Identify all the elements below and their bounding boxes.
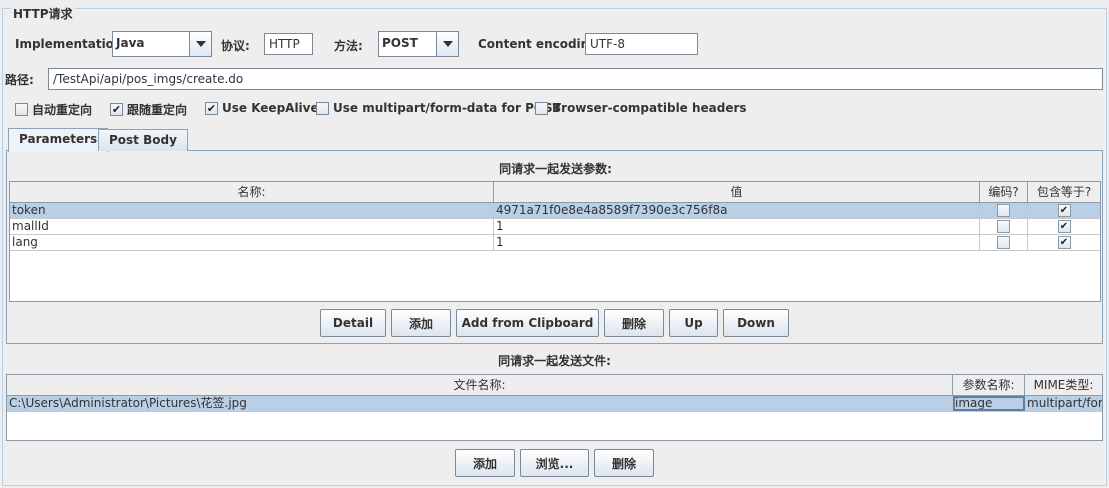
option-label: 跟随重定向 bbox=[127, 103, 188, 117]
column-header-filename[interactable]: 文件名称: bbox=[7, 375, 953, 395]
delete-param-button[interactable]: 删除 bbox=[604, 309, 664, 337]
table-row[interactable]: mallId 1 ✔ bbox=[10, 219, 1100, 235]
checkbox[interactable] bbox=[535, 101, 548, 115]
file-mime-type[interactable]: multipart/for... bbox=[1025, 396, 1102, 411]
implementation-select[interactable]: Java bbox=[112, 31, 212, 57]
checkbox[interactable] bbox=[997, 204, 1010, 217]
param-name[interactable]: token bbox=[10, 203, 494, 218]
params-caption: 同请求一起发送参数: bbox=[499, 162, 612, 176]
param-value[interactable]: 4971a71f0e8e4a8589f7390e3c756f8a bbox=[494, 203, 980, 218]
file-path[interactable]: C:\Users\Administrator\Pictures\花签.jpg bbox=[7, 396, 953, 411]
chevron-down-icon[interactable] bbox=[437, 32, 458, 56]
encode-cell[interactable] bbox=[980, 235, 1028, 250]
group-title: HTTP请求 bbox=[11, 7, 75, 21]
param-name[interactable]: lang bbox=[10, 235, 494, 250]
table-header: 文件名称: 参数名称: MIME类型: bbox=[7, 375, 1102, 396]
option-browser-headers[interactable]: Browser-compatible headers bbox=[535, 101, 747, 115]
method-value: POST bbox=[379, 32, 437, 56]
include-equals-cell[interactable]: ✔ bbox=[1028, 219, 1100, 234]
checkbox-checked[interactable]: ✔ bbox=[1057, 236, 1071, 249]
table-row[interactable]: lang 1 ✔ bbox=[10, 235, 1100, 251]
method-label: 方法: bbox=[334, 39, 363, 53]
checkbox[interactable] bbox=[316, 101, 329, 115]
delete-file-button[interactable]: 删除 bbox=[594, 449, 654, 477]
protocol-label: 协议: bbox=[221, 39, 250, 53]
up-button[interactable]: Up bbox=[669, 309, 718, 337]
include-equals-cell[interactable]: ✔ bbox=[1028, 235, 1100, 250]
column-header-name[interactable]: 名称: bbox=[10, 182, 494, 202]
param-value[interactable]: 1 bbox=[494, 219, 980, 234]
files-caption: 同请求一起发送文件: bbox=[498, 354, 611, 368]
column-header-value[interactable]: 值 bbox=[494, 182, 980, 202]
browse-button[interactable]: 浏览... bbox=[520, 449, 589, 477]
option-multipart[interactable]: Use multipart/form-data for POST bbox=[316, 101, 561, 115]
detail-button[interactable]: Detail bbox=[320, 309, 386, 337]
files-table[interactable]: 文件名称: 参数名称: MIME类型: C:\Users\Administrat… bbox=[6, 374, 1103, 441]
checkbox[interactable] bbox=[997, 220, 1010, 233]
chevron-down-icon[interactable] bbox=[190, 32, 211, 56]
add-file-button[interactable]: 添加 bbox=[455, 449, 515, 477]
encode-cell[interactable] bbox=[980, 219, 1028, 234]
option-follow-redirect[interactable]: ✔ 跟随重定向 bbox=[110, 101, 187, 118]
param-value[interactable]: 1 bbox=[494, 235, 980, 250]
add-param-button[interactable]: 添加 bbox=[391, 309, 451, 337]
column-header-mime-type[interactable]: MIME类型: bbox=[1025, 375, 1102, 395]
checkbox-checked[interactable]: ✔ bbox=[205, 101, 218, 115]
table-row[interactable]: C:\Users\Administrator\Pictures\花签.jpg i… bbox=[7, 396, 1102, 412]
option-label: Use KeepAlive bbox=[222, 101, 319, 115]
column-header-param-name[interactable]: 参数名称: bbox=[953, 375, 1025, 395]
checkbox-checked[interactable]: ✔ bbox=[1057, 204, 1071, 217]
column-header-include-equals[interactable]: 包含等于? bbox=[1028, 182, 1100, 202]
path-label: 路径: bbox=[5, 73, 34, 87]
tab-parameters[interactable]: Parameters bbox=[8, 128, 109, 152]
column-header-encode[interactable]: 编码? bbox=[980, 182, 1028, 202]
option-label: Browser-compatible headers bbox=[552, 101, 747, 115]
checkbox[interactable] bbox=[15, 103, 28, 116]
checkbox-checked[interactable]: ✔ bbox=[110, 103, 123, 116]
implementation-label: Implementation: bbox=[15, 37, 128, 51]
encoding-label: Content encoding: bbox=[478, 37, 603, 51]
table-row[interactable]: token 4971a71f0e8e4a8589f7390e3c756f8a ✔ bbox=[10, 203, 1100, 219]
option-label: Use multipart/form-data for POST bbox=[333, 101, 561, 115]
params-table[interactable]: 名称: 值 编码? 包含等于? token 4971a71f0e8e4a8589… bbox=[9, 181, 1101, 302]
table-header: 名称: 值 编码? 包含等于? bbox=[10, 182, 1100, 203]
implementation-value: Java bbox=[113, 32, 190, 56]
checkbox[interactable] bbox=[997, 236, 1010, 249]
file-param-name[interactable]: image bbox=[953, 396, 1025, 411]
encoding-field[interactable]: UTF-8 bbox=[585, 33, 698, 55]
method-select[interactable]: POST bbox=[378, 31, 459, 57]
encode-cell[interactable] bbox=[980, 203, 1028, 218]
add-from-clipboard-button[interactable]: Add from Clipboard bbox=[456, 309, 599, 337]
option-keepalive[interactable]: ✔ Use KeepAlive bbox=[205, 101, 319, 115]
include-equals-cell[interactable]: ✔ bbox=[1028, 203, 1100, 218]
down-button[interactable]: Down bbox=[723, 309, 789, 337]
protocol-field[interactable]: HTTP bbox=[264, 33, 313, 55]
tab-post-body[interactable]: Post Body bbox=[98, 129, 188, 151]
option-auto-redirect[interactable]: 自动重定向 bbox=[15, 101, 92, 118]
checkbox-checked[interactable]: ✔ bbox=[1057, 220, 1071, 233]
option-label: 自动重定向 bbox=[32, 103, 93, 117]
param-name[interactable]: mallId bbox=[10, 219, 494, 234]
path-field[interactable]: /TestApi/api/pos_imgs/create.do bbox=[48, 68, 1103, 90]
